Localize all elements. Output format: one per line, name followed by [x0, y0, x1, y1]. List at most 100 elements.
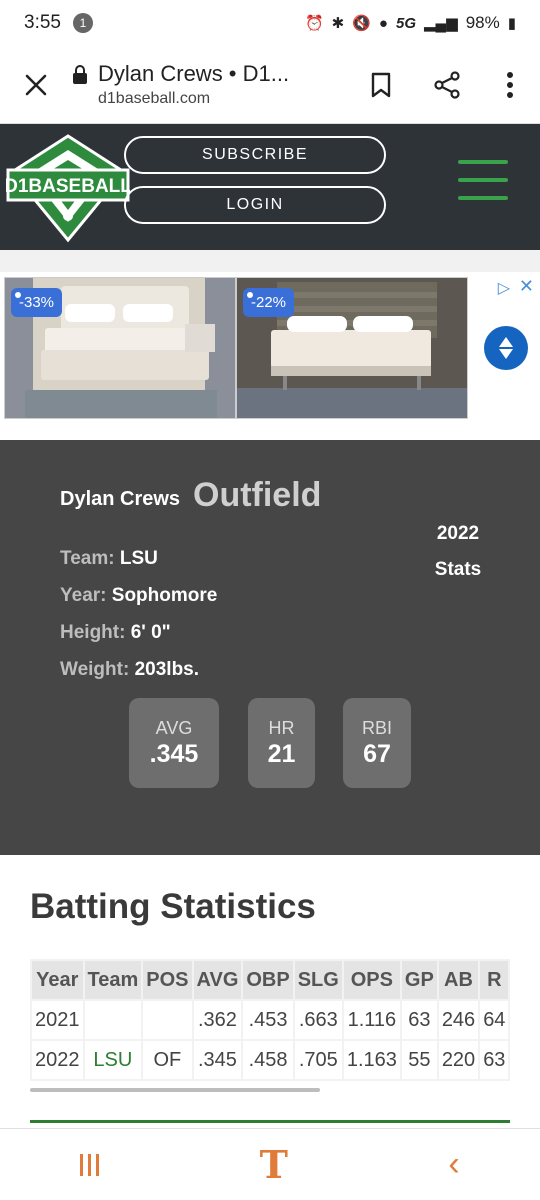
- arrow-up-icon: [499, 337, 513, 347]
- battery-level: 98%: [465, 13, 500, 32]
- table-cell: OF: [143, 1041, 192, 1079]
- batting-section: Batting Statistics Year Team POS AVG OBP…: [0, 855, 540, 1128]
- browser-toolbar: Dylan Crews • D1... d1baseball.com: [0, 46, 540, 124]
- col-header: GP: [401, 961, 437, 999]
- status-bar: 3:55 1 ⏰ ✱ 🔇 ● 5G ▂▄▆ 98% ▮: [0, 0, 540, 46]
- signal-icon: ▂▄▆: [424, 15, 458, 32]
- col-header: POS: [143, 961, 192, 999]
- d1baseball-logo[interactable]: D1BASEBALL: [6, 132, 130, 244]
- more-vert-icon: [507, 71, 513, 98]
- arrow-down-icon: [499, 349, 513, 359]
- battery-icon: ▮: [507, 15, 516, 32]
- network-type: 5G: [395, 14, 416, 32]
- discount-badge-1: -33%: [11, 288, 63, 317]
- stats-year-heading: 2022 Stats: [434, 523, 482, 580]
- table-header-row: Year Team POS AVG OBP SLG OPS GP AB R H: [32, 961, 510, 999]
- section-divider: [30, 1120, 510, 1123]
- table-cell: 1.163: [343, 1041, 400, 1079]
- share-icon: [434, 70, 460, 99]
- table-cell: 64: [480, 1001, 509, 1039]
- home-button[interactable]: T: [260, 1142, 288, 1187]
- menu-button[interactable]: [458, 160, 508, 200]
- table-cell: .362: [193, 1001, 242, 1039]
- bookmark-icon: [371, 72, 391, 97]
- ad-close-icon[interactable]: ✕: [519, 276, 534, 297]
- col-header: AB: [438, 961, 479, 999]
- subscribe-button[interactable]: SUBSCRIBE: [124, 136, 386, 174]
- logo-text: D1BASEBALL: [6, 176, 130, 197]
- stat-box-hr: HR 21: [248, 698, 315, 788]
- bookmark-button[interactable]: [348, 49, 414, 121]
- login-button[interactable]: LOGIN: [124, 186, 386, 224]
- ad-product-2[interactable]: -22%: [236, 277, 468, 419]
- table-scrollbar[interactable]: [30, 1088, 320, 1092]
- alarm-icon: ⏰: [304, 15, 324, 32]
- col-header: Year: [32, 961, 83, 999]
- table-cell: 1.116: [343, 1001, 400, 1039]
- page-title: Dylan Crews • D1...: [98, 60, 290, 86]
- player-year: Year: Sophomore: [60, 585, 218, 606]
- recents-button[interactable]: [80, 1153, 100, 1176]
- table-cell: .458: [243, 1041, 293, 1079]
- mute-icon: 🔇: [352, 15, 371, 32]
- table-cell: 55: [401, 1041, 437, 1079]
- ad-scroll-button[interactable]: [484, 326, 528, 370]
- table-cell: 63: [480, 1041, 509, 1079]
- more-options-button[interactable]: [480, 49, 540, 121]
- table-cell: .453: [243, 1001, 293, 1039]
- stat-box-rbi: RBI 67: [343, 698, 411, 788]
- player-height: Height: 6' 0": [60, 622, 171, 643]
- table-cell: .345: [193, 1041, 242, 1079]
- recents-icon: [80, 1153, 84, 1176]
- col-header: Team: [84, 961, 142, 999]
- close-icon: [25, 74, 47, 95]
- table-row: 2021 .362 .453 .663 1.116 63 246 64 89: [32, 1001, 510, 1039]
- table-cell: [143, 1001, 192, 1039]
- table-row: 2022 LSU OF .345 .458 .705 1.163 55 220 …: [32, 1041, 510, 1079]
- col-header: AVG: [193, 961, 242, 999]
- site-header: D1BASEBALL SUBSCRIBE LOGIN: [0, 124, 540, 250]
- player-weight: Weight: 203lbs.: [60, 659, 200, 680]
- col-header: OBP: [243, 961, 293, 999]
- advertisement[interactable]: -33% -22% ▷ ✕: [0, 272, 540, 440]
- col-header: OPS: [343, 961, 400, 999]
- player-team: Team: LSU: [60, 548, 158, 569]
- adchoices-icon[interactable]: ▷: [498, 278, 510, 298]
- table-cell: .663: [294, 1001, 342, 1039]
- lock-icon: [73, 64, 87, 84]
- bluetooth-icon: ✱: [331, 15, 345, 32]
- ad-product-1[interactable]: -33%: [4, 277, 236, 419]
- player-card: Dylan Crews Outfield 2022 Stats Team: LS…: [0, 440, 540, 855]
- col-header: R: [480, 961, 509, 999]
- batting-table-scroll[interactable]: Year Team POS AVG OBP SLG OPS GP AB R H …: [30, 959, 510, 1089]
- player-position: Outfield: [193, 476, 322, 514]
- batting-title: Batting Statistics: [30, 887, 316, 926]
- location-icon: ●: [378, 14, 388, 32]
- batting-table: Year Team POS AVG OBP SLG OPS GP AB R H …: [30, 959, 510, 1081]
- table-cell: 63: [401, 1001, 437, 1039]
- menu-icon: [458, 160, 508, 164]
- table-cell: 2022: [32, 1041, 83, 1079]
- back-button[interactable]: ‹: [448, 1145, 459, 1184]
- team-link[interactable]: LSU: [84, 1041, 142, 1079]
- notification-badge: 1: [72, 13, 93, 33]
- col-header: SLG: [294, 961, 342, 999]
- table-cell: .705: [294, 1041, 342, 1079]
- stat-box-avg: AVG .345: [129, 698, 219, 788]
- discount-badge-2: -22%: [243, 288, 295, 317]
- table-cell: 220: [438, 1041, 479, 1079]
- tennessee-t-icon: T: [259, 1142, 288, 1187]
- table-cell: 2021: [32, 1001, 83, 1039]
- status-icons: ⏰ ✱ 🔇 ● 5G ▂▄▆ 98% ▮: [305, 13, 516, 33]
- back-icon: ‹: [448, 1145, 460, 1183]
- table-cell: 246: [438, 1001, 479, 1039]
- system-nav-bar: T ‹: [0, 1128, 540, 1200]
- status-time: 3:55: [24, 12, 61, 33]
- close-tab-button[interactable]: [0, 49, 72, 121]
- table-cell: [84, 1001, 142, 1039]
- page-domain: d1baseball.com: [98, 89, 211, 107]
- player-name: Dylan Crews: [60, 488, 181, 510]
- url-bar[interactable]: Dylan Crews • D1... d1baseball.com: [98, 60, 348, 110]
- share-button[interactable]: [414, 49, 480, 121]
- spacer: [0, 250, 540, 272]
